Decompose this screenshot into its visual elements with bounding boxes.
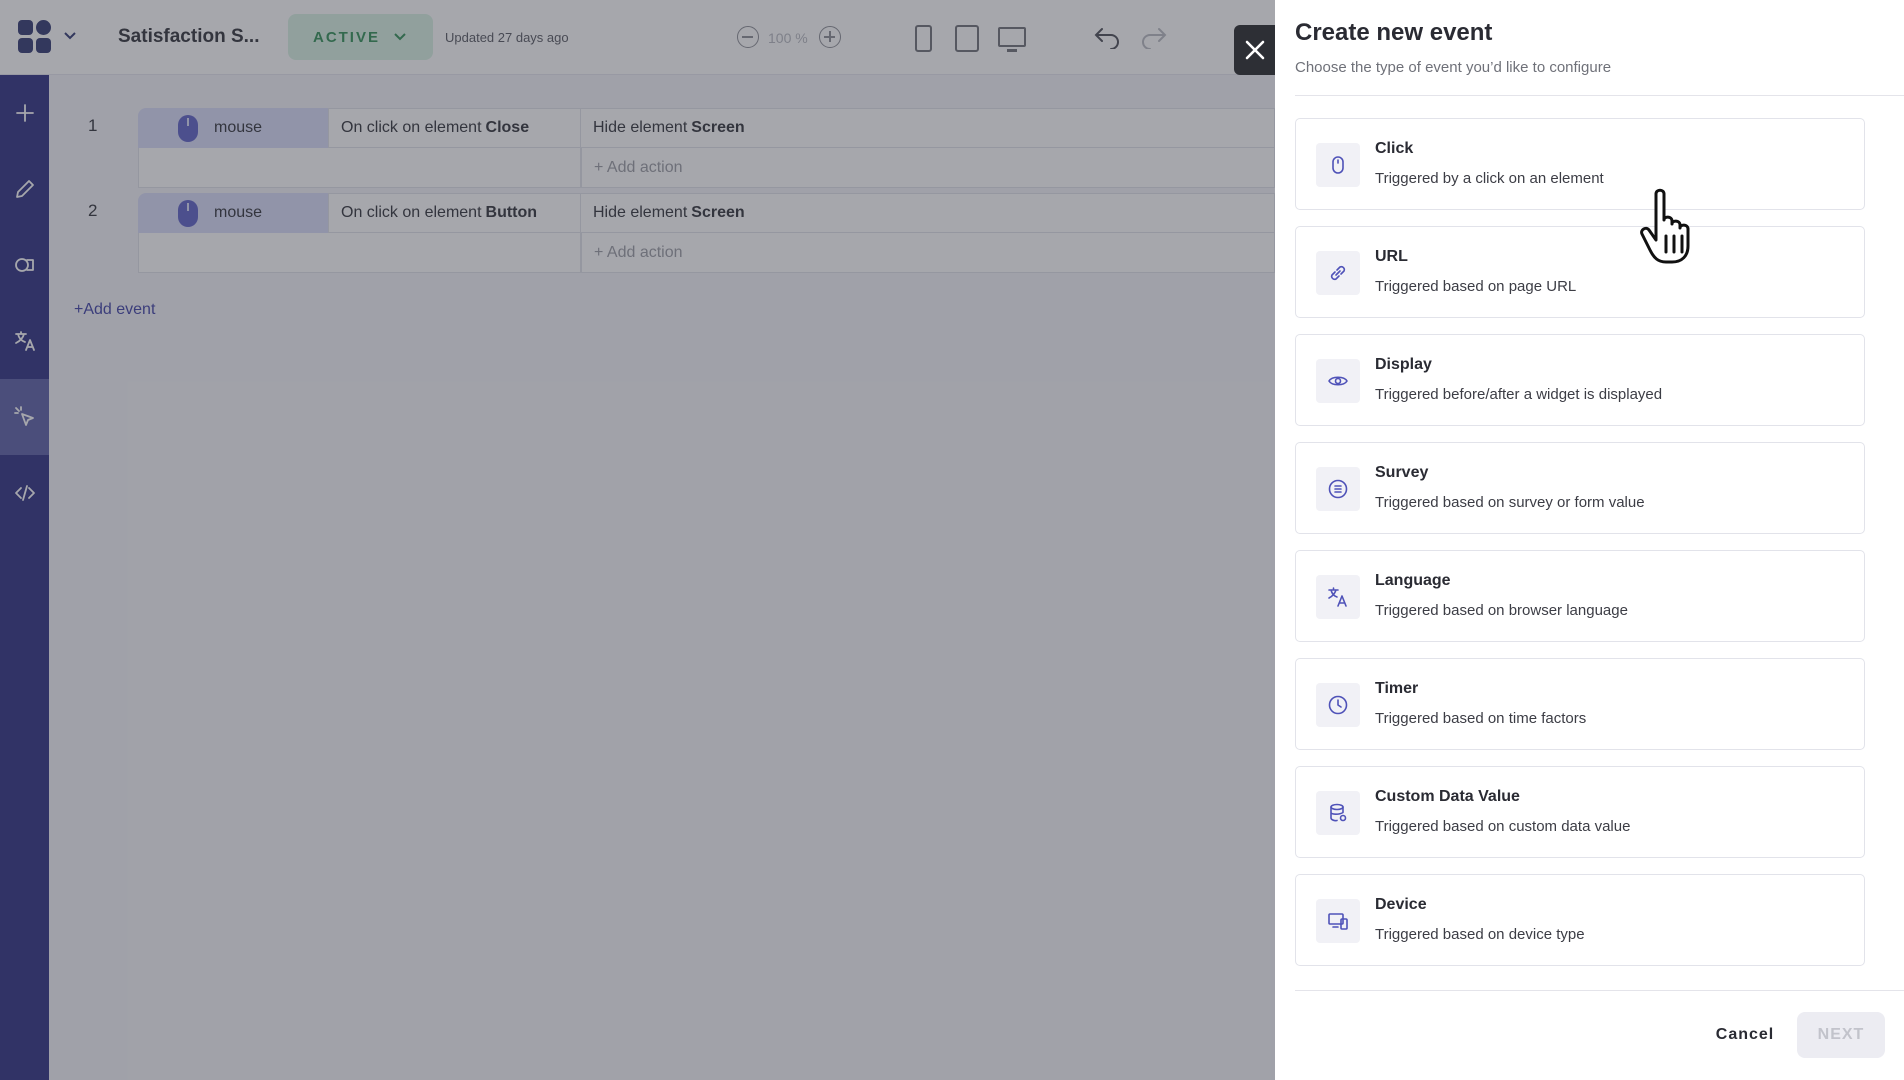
option-title: Timer — [1375, 680, 1419, 697]
event-option-timer[interactable]: Timer Triggered based on time factors — [1295, 658, 1865, 750]
event-option-display[interactable]: Display Triggered before/after a widget … — [1295, 334, 1865, 426]
option-title: Display — [1375, 356, 1432, 373]
hand-cursor-icon — [1640, 188, 1690, 264]
next-button[interactable]: NEXT — [1797, 1012, 1885, 1058]
divider — [1295, 95, 1904, 96]
database-icon — [1316, 791, 1360, 835]
option-description: Triggered based on custom data value — [1375, 818, 1631, 835]
option-description: Triggered based on device type — [1375, 926, 1585, 943]
list-icon — [1316, 467, 1360, 511]
event-option-custom-data[interactable]: Custom Data Value Triggered based on cus… — [1295, 766, 1865, 858]
option-description: Triggered based on time factors — [1375, 710, 1587, 727]
drawer-title: Create new event — [1295, 19, 1493, 46]
devices-icon — [1316, 899, 1360, 943]
modal-backdrop[interactable] — [0, 0, 1275, 1080]
option-title: Language — [1375, 572, 1451, 589]
create-event-drawer: Create new event Choose the type of even… — [1275, 0, 1904, 1080]
event-option-url[interactable]: URL Triggered based on page URL — [1295, 226, 1865, 318]
close-drawer-button[interactable] — [1234, 25, 1275, 75]
eye-icon — [1316, 359, 1360, 403]
option-description: Triggered based on survey or form value — [1375, 494, 1645, 511]
translate-icon — [1316, 575, 1360, 619]
option-description: Triggered based on browser language — [1375, 602, 1628, 619]
option-title: Device — [1375, 896, 1427, 913]
close-icon — [1245, 40, 1264, 60]
link-icon — [1316, 251, 1360, 295]
option-title: Click — [1375, 140, 1414, 157]
event-option-survey[interactable]: Survey Triggered based on survey or form… — [1295, 442, 1865, 534]
drawer-subtitle: Choose the type of event you’d like to c… — [1295, 59, 1612, 76]
event-option-device[interactable]: Device Triggered based on device type — [1295, 874, 1865, 966]
option-title: URL — [1375, 248, 1408, 265]
option-title: Custom Data Value — [1375, 788, 1520, 805]
option-description: Triggered by a click on an element — [1375, 170, 1604, 187]
event-option-click[interactable]: Click Triggered by a click on an element — [1295, 118, 1865, 210]
cancel-button[interactable]: Cancel — [1690, 1012, 1800, 1058]
mouse-icon — [1316, 143, 1360, 187]
clock-icon — [1316, 683, 1360, 727]
option-description: Triggered before/after a widget is displ… — [1375, 386, 1663, 403]
divider — [1295, 990, 1904, 991]
option-description: Triggered based on page URL — [1375, 278, 1577, 295]
event-option-language[interactable]: Language Triggered based on browser lang… — [1295, 550, 1865, 642]
option-title: Survey — [1375, 464, 1429, 481]
